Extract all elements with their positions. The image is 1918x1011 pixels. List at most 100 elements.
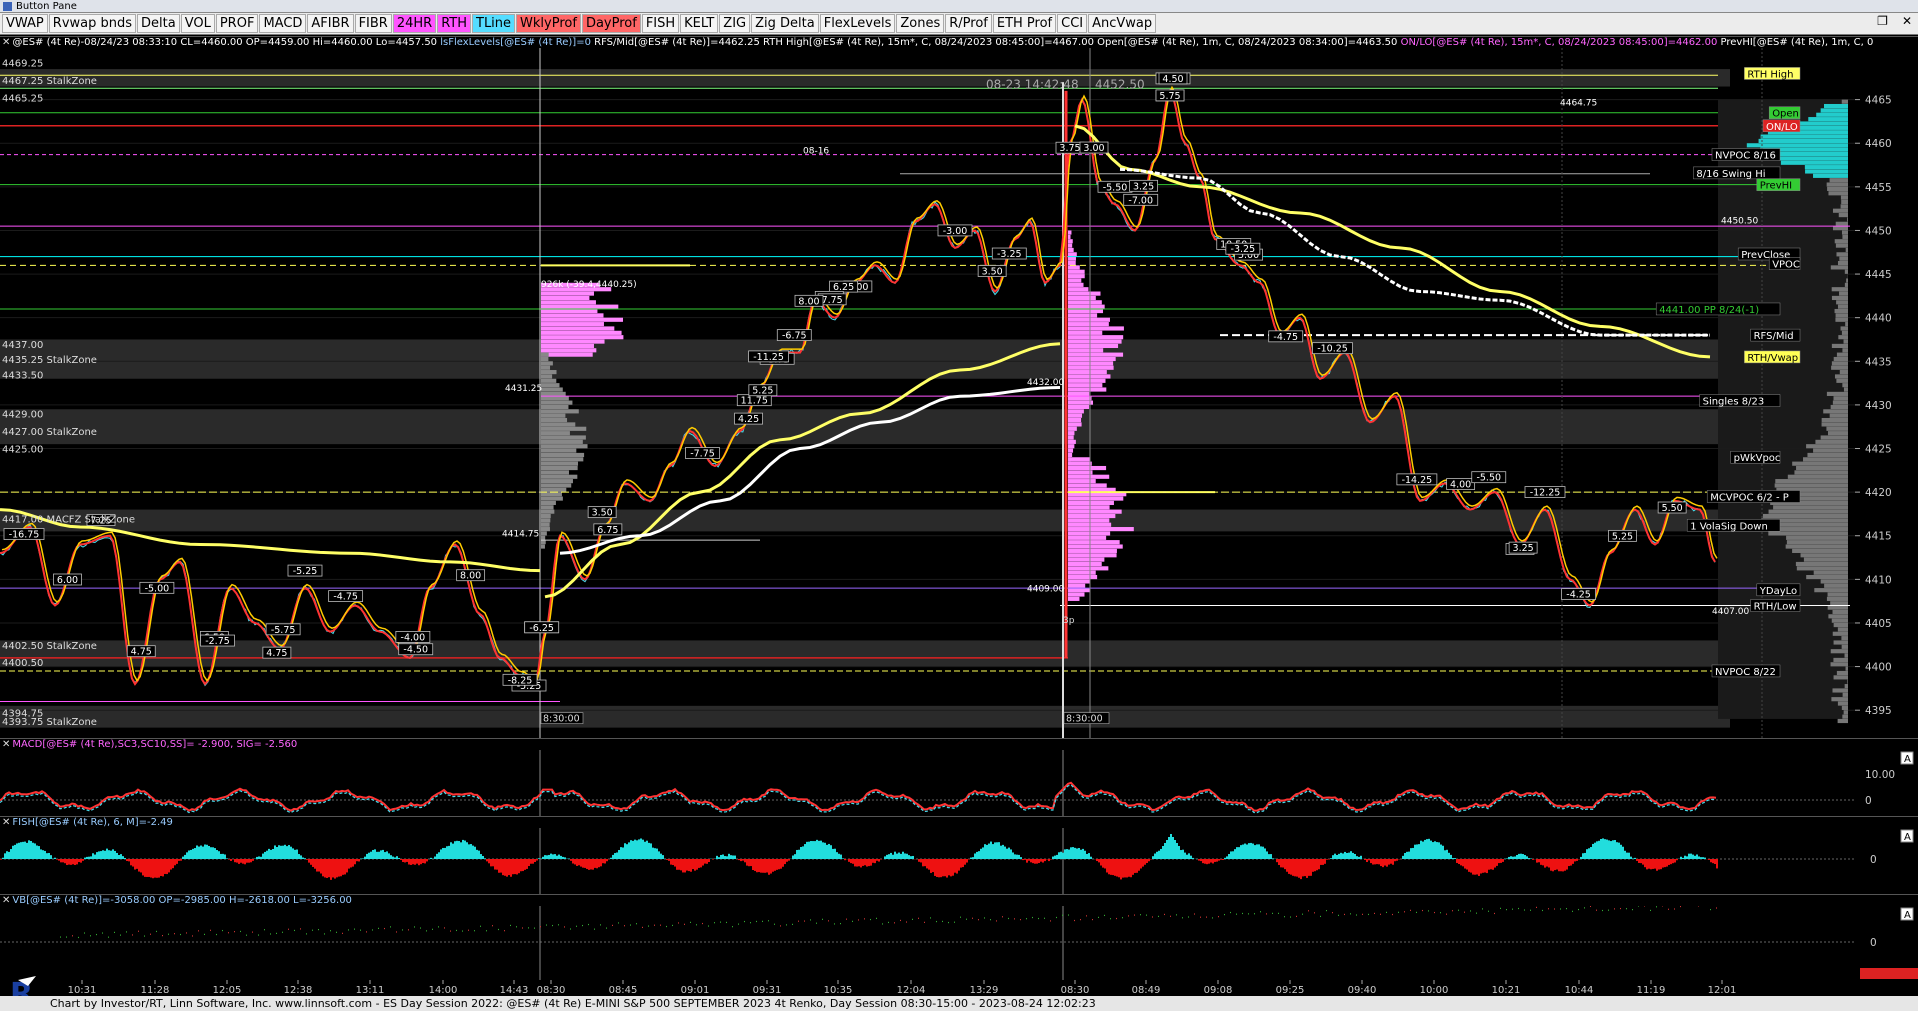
restore-icon[interactable]: ❐ bbox=[1877, 14, 1888, 28]
toolbar-button-rth[interactable]: RTH bbox=[437, 14, 471, 33]
toolbar-button-r-prof[interactable]: R/Prof bbox=[945, 14, 992, 33]
fish-bar bbox=[1132, 859, 1134, 875]
fish-bar bbox=[896, 853, 898, 859]
weekly-profile-bar bbox=[1844, 282, 1848, 287]
right-label-text-13: MCVPOC 6/2 - P bbox=[1710, 492, 1789, 503]
vb-dot bbox=[222, 929, 223, 932]
fish-bar bbox=[964, 859, 966, 865]
weekly-profile-bar bbox=[1835, 243, 1848, 248]
toolbar-button-delta[interactable]: Delta bbox=[137, 14, 180, 33]
fish-bar bbox=[956, 859, 958, 874]
fish-bar bbox=[1058, 852, 1060, 859]
fish-bar bbox=[1068, 849, 1070, 859]
toolbar-button-macd[interactable]: MACD bbox=[259, 14, 307, 33]
vb-dot bbox=[492, 925, 493, 927]
vb-dot bbox=[276, 932, 277, 934]
vb-dot bbox=[1170, 915, 1171, 917]
fish-bar bbox=[802, 846, 804, 859]
toolbar-button-afibr[interactable]: AFIBR bbox=[307, 14, 354, 33]
vb-dot bbox=[594, 928, 595, 930]
profile-bar-0824-lower bbox=[1068, 592, 1085, 597]
toolbar-button-cci[interactable]: CCI bbox=[1057, 14, 1088, 33]
right-label-text-0: RTH High bbox=[1747, 69, 1793, 80]
weekly-profile-bar bbox=[1845, 322, 1848, 327]
weekly-profile-bar bbox=[1775, 479, 1848, 484]
fish-bar bbox=[42, 850, 44, 859]
fish-bar bbox=[568, 858, 570, 859]
fish-bar bbox=[1150, 859, 1152, 860]
vb-dot bbox=[258, 934, 259, 936]
fish-bar bbox=[28, 840, 30, 859]
toolbar-button-ancvwap[interactable]: AncVwap bbox=[1088, 14, 1157, 33]
close-fish-icon[interactable]: ✕ bbox=[0, 817, 12, 828]
profile-bar-0823-lower bbox=[541, 522, 550, 527]
toolbar-button-kelt[interactable]: KELT bbox=[680, 14, 719, 33]
vb-dot bbox=[786, 924, 787, 926]
fish-pane[interactable]: 0A bbox=[0, 828, 1918, 894]
toolbar-button-zig-delta[interactable]: Zig Delta bbox=[751, 14, 819, 33]
right-label-text-12: pWkVpoc bbox=[1734, 453, 1781, 464]
vb-pane[interactable]: 0A bbox=[0, 906, 1918, 980]
weekly-profile-bar bbox=[1839, 370, 1848, 375]
toolbar-button-fibr[interactable]: FIBR bbox=[354, 14, 392, 33]
fish-bar bbox=[182, 856, 184, 859]
fish-bar bbox=[298, 854, 300, 859]
toolbar-button-eth-prof[interactable]: ETH Prof bbox=[992, 14, 1057, 33]
right-label-text-1: Open bbox=[1772, 109, 1799, 120]
vb-dot bbox=[996, 920, 997, 922]
fish-bar bbox=[56, 859, 58, 860]
profile-bar-0824-lower bbox=[1068, 470, 1093, 475]
toolbar-button-zig[interactable]: ZIG bbox=[719, 14, 751, 33]
toolbar-button-vwap[interactable]: VWAP bbox=[2, 14, 48, 33]
close-vb-icon[interactable]: ✕ bbox=[0, 895, 12, 906]
fish-bar bbox=[1348, 852, 1350, 859]
toolbar-button-tline[interactable]: TLine bbox=[472, 14, 516, 33]
toolbar-button-flexlevels[interactable]: FlexLevels bbox=[819, 14, 896, 33]
fish-bar bbox=[938, 859, 940, 878]
weekly-profile-bar bbox=[1842, 692, 1848, 697]
fish-bar bbox=[1474, 859, 1476, 875]
fish-bar bbox=[120, 854, 122, 859]
toolbar-button-dayprof[interactable]: DayProf bbox=[581, 14, 641, 33]
profile-bar-0824-upper bbox=[1068, 391, 1090, 396]
pane-autoscale-label: A bbox=[1904, 832, 1911, 843]
toolbar-button-zones[interactable]: Zones bbox=[896, 14, 945, 33]
toolbar-button-prof[interactable]: PROF bbox=[215, 14, 259, 33]
macd-pane[interactable]: 10.000A bbox=[0, 750, 1918, 816]
toolbar-button-vol[interactable]: VOL bbox=[180, 14, 215, 33]
profile-bar-0823-upper bbox=[541, 339, 605, 344]
fish-bar bbox=[1190, 855, 1192, 859]
fish-bar bbox=[242, 859, 244, 864]
fish-bar bbox=[1022, 859, 1024, 861]
fish-bar bbox=[1620, 844, 1622, 859]
fish-bar bbox=[386, 851, 388, 859]
toolbar-button-rvwap-bnds[interactable]: Rvwap bnds bbox=[48, 14, 137, 33]
toolbar-button-fish[interactable]: FISH bbox=[641, 14, 680, 33]
fish-bar bbox=[1384, 859, 1386, 866]
fish-bar bbox=[852, 859, 854, 864]
price-axis-label-0: 4465 bbox=[1865, 95, 1892, 107]
fish-bar bbox=[186, 852, 188, 859]
close-icon[interactable]: ✕ bbox=[1902, 14, 1912, 28]
toolbar-button-24hr[interactable]: 24HR bbox=[392, 14, 437, 33]
vb-dot bbox=[1278, 912, 1279, 914]
vb-dot bbox=[336, 931, 337, 933]
fish-bar bbox=[1570, 859, 1572, 866]
fish-bar bbox=[8, 851, 10, 859]
vb-dot bbox=[366, 931, 367, 933]
price-chart[interactable]: 4.75-5.253.00-4.756.255.50-3.754.50-11.2… bbox=[0, 48, 1918, 738]
weekly-profile-bar bbox=[1841, 199, 1848, 205]
fish-bar bbox=[320, 859, 322, 874]
stalk-zone-band bbox=[0, 339, 1730, 379]
fish-bar bbox=[376, 851, 378, 859]
fish-bar bbox=[196, 845, 198, 859]
close-macd-icon[interactable]: ✕ bbox=[0, 739, 12, 750]
close-pane-icon[interactable]: ✕ bbox=[0, 37, 12, 48]
fish-bar bbox=[694, 859, 696, 871]
fish-bar bbox=[1360, 855, 1362, 859]
weekly-profile-bar bbox=[1836, 252, 1848, 257]
vb-dot bbox=[240, 930, 241, 933]
fish-bar bbox=[1302, 859, 1304, 877]
toolbar-button-wklyprof[interactable]: WklyProf bbox=[516, 14, 581, 33]
vb-dot bbox=[1650, 909, 1651, 912]
